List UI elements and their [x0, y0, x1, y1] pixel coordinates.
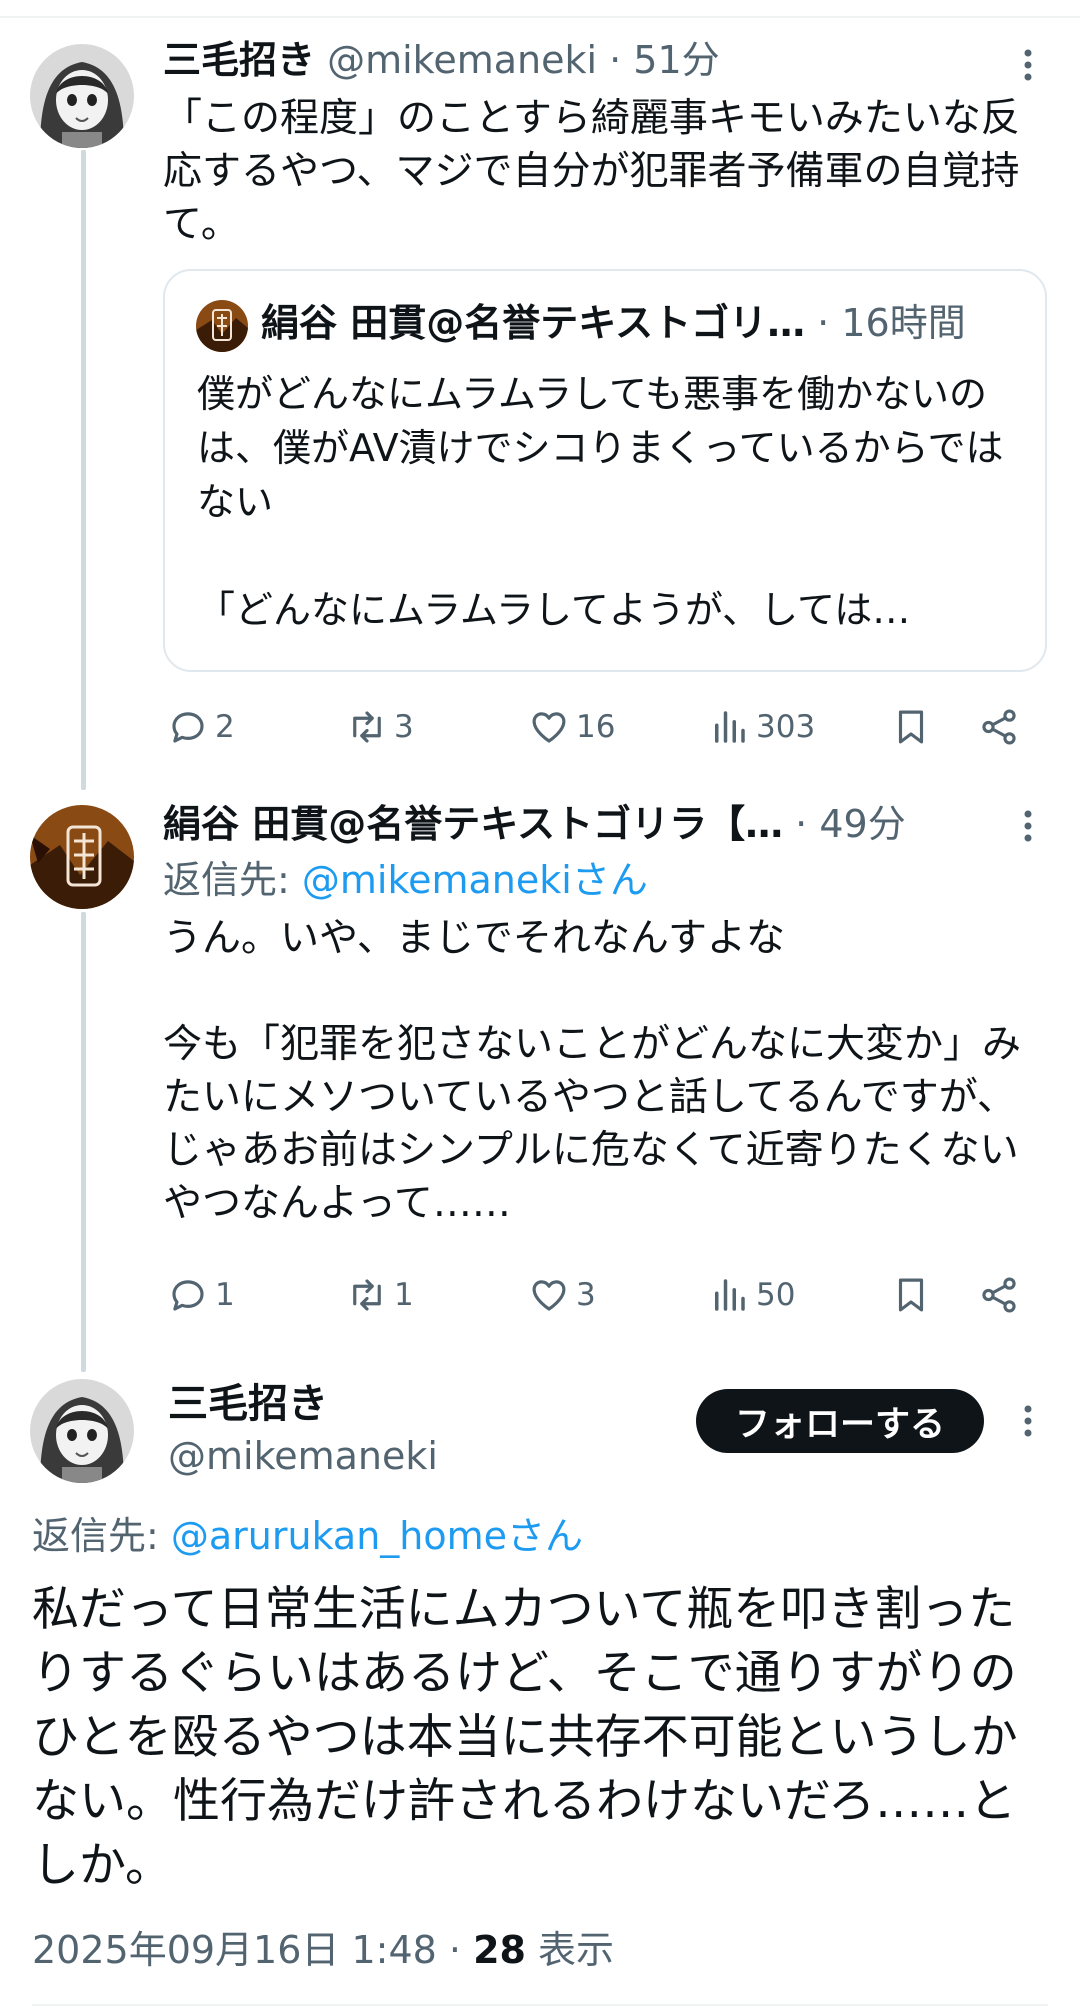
more-icon[interactable]: [1013, 1401, 1043, 1441]
bottom-divider: [32, 2004, 1048, 2006]
tweet-header: 三毛招き @mikemaneki · 51分: [163, 36, 720, 84]
share-button[interactable]: [978, 1265, 1020, 1325]
author-name[interactable]: 三毛招き: [168, 1381, 328, 1427]
views-icon: [715, 1279, 745, 1311]
author-handle[interactable]: @mikemaneki: [327, 38, 597, 82]
tweet-header: 絹谷 田貫@名誉テキストゴリラ【… · 49分: [163, 800, 906, 848]
tweet-meta: 2025年09月16日 1:48 · 28 表示: [32, 1924, 614, 1976]
retweet-count: 3: [394, 709, 414, 745]
quote-author-name: 絹谷 田貫@名誉テキストゴリ…: [261, 301, 806, 345]
quote-text: 僕がどんなにムラムラしても悪事を働かないのは、僕がAV漬けでシコりまくっているか…: [197, 372, 1004, 632]
reply-prefix: 返信先:: [163, 858, 302, 902]
views-icon: [715, 711, 745, 743]
retweet-icon: [353, 711, 381, 743]
retweet-button[interactable]: 1: [346, 1265, 414, 1325]
retweet-icon: [353, 1279, 381, 1311]
like-button[interactable]: 3: [528, 1265, 596, 1325]
quoted-tweet[interactable]: 絹谷 田貫@名誉テキストゴリ… · 16時間 僕がどんなにムラムラしても悪事を働…: [163, 269, 1047, 672]
tweet-date[interactable]: 2025年09月16日 1:48: [32, 1928, 437, 1972]
like-count: 16: [576, 709, 616, 745]
views-button[interactable]: 50: [708, 1265, 795, 1325]
more-icon[interactable]: [1013, 45, 1043, 85]
quote-timestamp: 16時間: [841, 301, 966, 345]
thread-line: [81, 912, 86, 1372]
timestamp[interactable]: 49分: [819, 802, 905, 846]
reply-count: 2: [215, 709, 235, 745]
top-divider: [0, 16, 1080, 18]
like-icon: [532, 712, 566, 743]
thread-line: [81, 150, 86, 790]
share-button[interactable]: [978, 697, 1020, 757]
bookmark-icon: [898, 710, 924, 744]
retweet-button[interactable]: 3: [346, 697, 414, 757]
separator: ·: [805, 301, 842, 345]
reply-to-link[interactable]: @arurukan_homeさん: [171, 1514, 583, 1558]
reply-icon: [172, 712, 204, 743]
view-label: 表示: [525, 1928, 615, 1972]
reply-to-link[interactable]: @mikemanekiさん: [302, 858, 648, 902]
views-button[interactable]: 303: [708, 697, 815, 757]
author-name[interactable]: 絹谷 田貫@名誉テキストゴリラ【…: [163, 802, 783, 846]
reply-to-line: 返信先: @mikemanekiさん: [163, 856, 648, 904]
main-author-name-wrap: 三毛招き: [168, 1380, 328, 1428]
bookmark-button[interactable]: [890, 697, 932, 757]
avatar[interactable]: [30, 1379, 134, 1483]
reply-icon: [172, 1280, 204, 1311]
timestamp[interactable]: 51分: [633, 38, 719, 82]
views-count: 50: [756, 1277, 796, 1313]
avatar[interactable]: [30, 44, 134, 148]
like-button[interactable]: 16: [528, 697, 615, 757]
action-bar: 2 3 16 303: [163, 697, 1033, 757]
separator: ·: [597, 38, 634, 82]
retweet-count: 1: [394, 1277, 414, 1313]
share-icon: [982, 1277, 1016, 1313]
author-name[interactable]: 三毛招き: [163, 38, 315, 82]
like-count: 3: [576, 1277, 596, 1313]
views-count: 303: [756, 709, 816, 745]
more-icon[interactable]: [1013, 806, 1043, 846]
follow-button[interactable]: フォローする: [696, 1389, 984, 1453]
author-handle[interactable]: @mikemaneki: [168, 1432, 438, 1480]
tweet-text: 「この程度」のことすら綺麗事キモいみたいな反応するやつ、マジで自分が犯罪者予備軍…: [163, 96, 1020, 247]
reply-to-line: 返信先: @arurukan_homeさん: [32, 1512, 583, 1560]
reply-button[interactable]: 2: [167, 697, 235, 757]
separator: ·: [436, 1928, 474, 1972]
avatar[interactable]: [30, 805, 134, 909]
like-icon: [532, 1280, 566, 1311]
share-icon: [982, 709, 1016, 745]
tweet-text: うん。いや、まじでそれなんすよな 今も「犯罪を犯さないことがどんなに大変か」みた…: [163, 916, 1022, 1226]
separator: ·: [783, 802, 820, 846]
reply-button[interactable]: 1: [167, 1265, 235, 1325]
bookmark-button[interactable]: [890, 1265, 932, 1325]
main-tweet-text: 私だって日常生活にムカついて瓶を叩き割ったりするぐらいはあるけど、そこで通りすが…: [32, 1582, 1018, 1893]
quote-avatar: [196, 300, 248, 352]
bookmark-icon: [898, 1278, 924, 1312]
quote-header: 絹谷 田貫@名誉テキストゴリ… · 16時間: [261, 299, 966, 347]
reply-count: 1: [215, 1277, 235, 1313]
action-bar: 1 1 3 50: [163, 1265, 1033, 1325]
reply-prefix: 返信先:: [32, 1514, 171, 1558]
view-count: 28: [473, 1928, 526, 1972]
